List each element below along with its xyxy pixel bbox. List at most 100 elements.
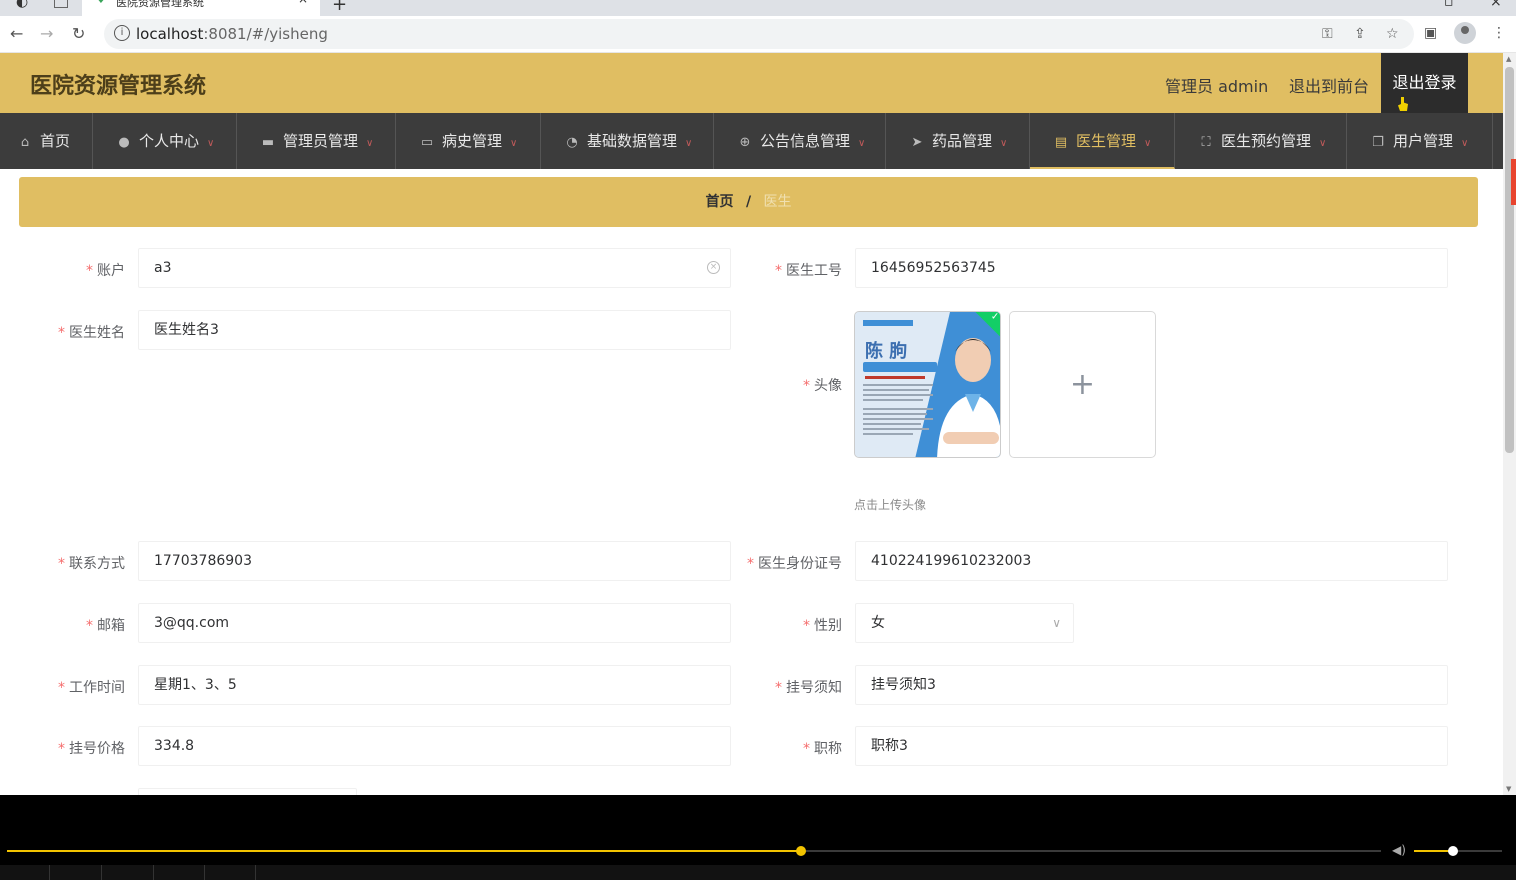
menu-item-medicine[interactable]: ➤ 药品管理 ∨ xyxy=(886,113,1030,169)
chevron-down-icon: ∨ xyxy=(510,138,518,149)
reload-icon[interactable]: ↻ xyxy=(72,24,85,43)
browser-tab[interactable]: ♥ 医院资源管理系统 × xyxy=(82,0,320,16)
breadcrumb: 首页 / 医生 xyxy=(19,177,1478,227)
profile-icon[interactable] xyxy=(1454,22,1476,44)
volume-fill xyxy=(1414,850,1453,852)
url-text[interactable]: localhost:8081/#/yisheng xyxy=(136,25,328,43)
required-mark: * xyxy=(803,378,810,394)
menu-item-announcements[interactable]: ⊕ 公告信息管理 ∨ xyxy=(714,113,886,169)
breadcrumb-current: 医生 xyxy=(763,194,792,210)
email-input[interactable]: 3@qq.com xyxy=(138,603,731,643)
player-bottom-strip xyxy=(0,865,1516,880)
phone-label: * 联系方式 xyxy=(58,556,125,572)
share-icon[interactable]: ⇪ xyxy=(1354,26,1366,42)
main-menu: ⌂ 首页 ● 个人中心 ∨ ▬ 管理员管理 ∨ ▭ 病史管理 ∨ ◔ 基础数据管理 ∨ ⊕ 公告信息… xyxy=(0,113,1503,169)
plus-icon: + xyxy=(1069,367,1096,402)
avatar-label: * 头像 xyxy=(803,378,842,394)
required-mark: * xyxy=(803,618,810,634)
doctor-name-value: 医生姓名3 xyxy=(154,322,219,338)
menu-item-label: 管理员管理 xyxy=(283,132,359,150)
address-bar[interactable]: i localhost:8081/#/yisheng ⚿ ⇪ ☆ xyxy=(104,19,1414,49)
chevron-down-icon: ∨ xyxy=(1319,138,1327,149)
chevron-down-icon: ∨ xyxy=(1461,138,1469,149)
title-label: * 职称 xyxy=(803,741,842,757)
more-icon[interactable]: ⋮ xyxy=(1492,25,1506,41)
gender-select[interactable]: 女 ∨ xyxy=(855,603,1074,643)
key-icon[interactable]: ⚿ xyxy=(1322,26,1333,42)
menu-item-doctor-management[interactable]: ▤ 医生管理 ∨ xyxy=(1030,113,1175,169)
price-label: * 挂号价格 xyxy=(58,741,125,757)
tab-overview-icon[interactable] xyxy=(54,0,68,8)
briefcase-icon: ▬ xyxy=(261,135,275,150)
chevron-down-icon: ∨ xyxy=(1052,616,1061,630)
back-icon[interactable]: ← xyxy=(10,24,23,43)
menu-item-label: 用户管理 xyxy=(1393,132,1454,150)
back-to-front-link[interactable]: 退出到前台 xyxy=(1289,73,1369,97)
menu-item-label: 首页 xyxy=(40,132,71,150)
avatar-name-text: 陈 朐 xyxy=(865,340,907,362)
star-icon[interactable]: ☆ xyxy=(1386,26,1399,42)
video-player-bar: ◀) xyxy=(0,795,1516,880)
admin-user-label: 管理员 admin xyxy=(1165,77,1269,96)
scrollbar-thumb[interactable] xyxy=(1505,67,1514,453)
email-value: 3@qq.com xyxy=(154,615,230,631)
avatar-upload-button[interactable]: + xyxy=(1009,311,1156,458)
menu-item-medical-history[interactable]: ▭ 病史管理 ∨ xyxy=(396,113,541,169)
phone-input[interactable]: 17703786903 xyxy=(138,541,731,581)
next-field-input[interactable] xyxy=(138,788,357,795)
send-icon: ➤ xyxy=(911,135,923,150)
chevron-down-icon: ∨ xyxy=(1000,138,1008,149)
page-scrollbar[interactable]: ▲ ▼ xyxy=(1503,53,1516,795)
account-input[interactable]: a3 × xyxy=(138,248,731,288)
tab-close-icon[interactable]: × xyxy=(298,0,308,5)
volume-icon[interactable]: ◀) xyxy=(1392,843,1406,857)
forward-icon[interactable]: → xyxy=(40,24,53,43)
new-tab-icon[interactable]: + xyxy=(332,0,347,15)
doctor-no-input[interactable]: 16456952563745 xyxy=(855,248,1448,288)
required-mark: * xyxy=(775,680,782,696)
work-time-input[interactable]: 星期1、3、5 xyxy=(138,665,731,705)
clear-icon[interactable]: × xyxy=(707,261,720,274)
scroll-down-icon[interactable]: ▼ xyxy=(1506,785,1511,793)
account-label: * 账户 xyxy=(86,263,125,279)
logout-button[interactable]: 退出登录 xyxy=(1381,53,1468,113)
menu-item-users[interactable]: ❐ 用户管理 ∨ xyxy=(1347,113,1493,169)
window-restore-icon[interactable]: ▫ xyxy=(1444,0,1454,10)
menu-item-label: 医生管理 xyxy=(1076,132,1137,150)
globe-icon: ⊕ xyxy=(739,135,751,150)
chevron-down-icon: ∨ xyxy=(685,138,693,149)
menu-item-appointments[interactable]: ⛶ 医生预约管理 ∨ xyxy=(1175,113,1347,169)
volume-handle[interactable] xyxy=(1447,846,1458,856)
notice-label: * 挂号须知 xyxy=(775,680,842,696)
window-close-icon[interactable]: × xyxy=(1490,0,1502,10)
required-mark: * xyxy=(58,325,65,341)
id-card-input[interactable]: 410224199610232003 xyxy=(855,541,1448,581)
menu-item-label: 病史管理 xyxy=(442,132,503,150)
progress-handle[interactable] xyxy=(796,846,807,856)
menu-item-personal-center[interactable]: ● 个人中心 ∨ xyxy=(93,113,237,169)
menu-item-label: 医生预约管理 xyxy=(1221,132,1312,150)
scroll-up-icon[interactable]: ▲ xyxy=(1506,55,1511,63)
progress-fill xyxy=(7,850,802,852)
menu-item-label: 药品管理 xyxy=(932,132,993,150)
price-input[interactable]: 334.8 xyxy=(138,726,731,766)
site-info-icon[interactable]: i xyxy=(114,25,130,41)
doctor-name-label: * 医生姓名 xyxy=(58,325,125,341)
menu-item-admin-management[interactable]: ▬ 管理员管理 ∨ xyxy=(237,113,396,169)
breadcrumb-home[interactable]: 首页 xyxy=(705,194,733,210)
doctor-name-input[interactable]: 医生姓名3 xyxy=(138,310,731,350)
avatar-thumbnail[interactable]: 陈 朐 ✓ xyxy=(854,311,1001,458)
gender-label: * 性别 xyxy=(803,618,842,634)
sidepanel-icon[interactable]: ▣ xyxy=(1424,25,1437,41)
menu-item-label: 公告信息管理 xyxy=(760,132,851,150)
user-icon: ● xyxy=(118,135,130,150)
tab-title: 医院资源管理系统 xyxy=(116,0,204,9)
title-input[interactable]: 职称3 xyxy=(855,726,1448,766)
menu-item-basic-data[interactable]: ◔ 基础数据管理 ∨ xyxy=(541,113,714,169)
phone-value: 17703786903 xyxy=(154,553,252,569)
notice-input[interactable]: 挂号须知3 xyxy=(855,665,1448,705)
notice-value: 挂号须知3 xyxy=(871,677,936,693)
browser-menu-icon[interactable]: ◐ xyxy=(16,0,28,10)
menu-item-home[interactable]: ⌂ 首页 xyxy=(0,113,93,169)
required-mark: * xyxy=(58,680,65,696)
